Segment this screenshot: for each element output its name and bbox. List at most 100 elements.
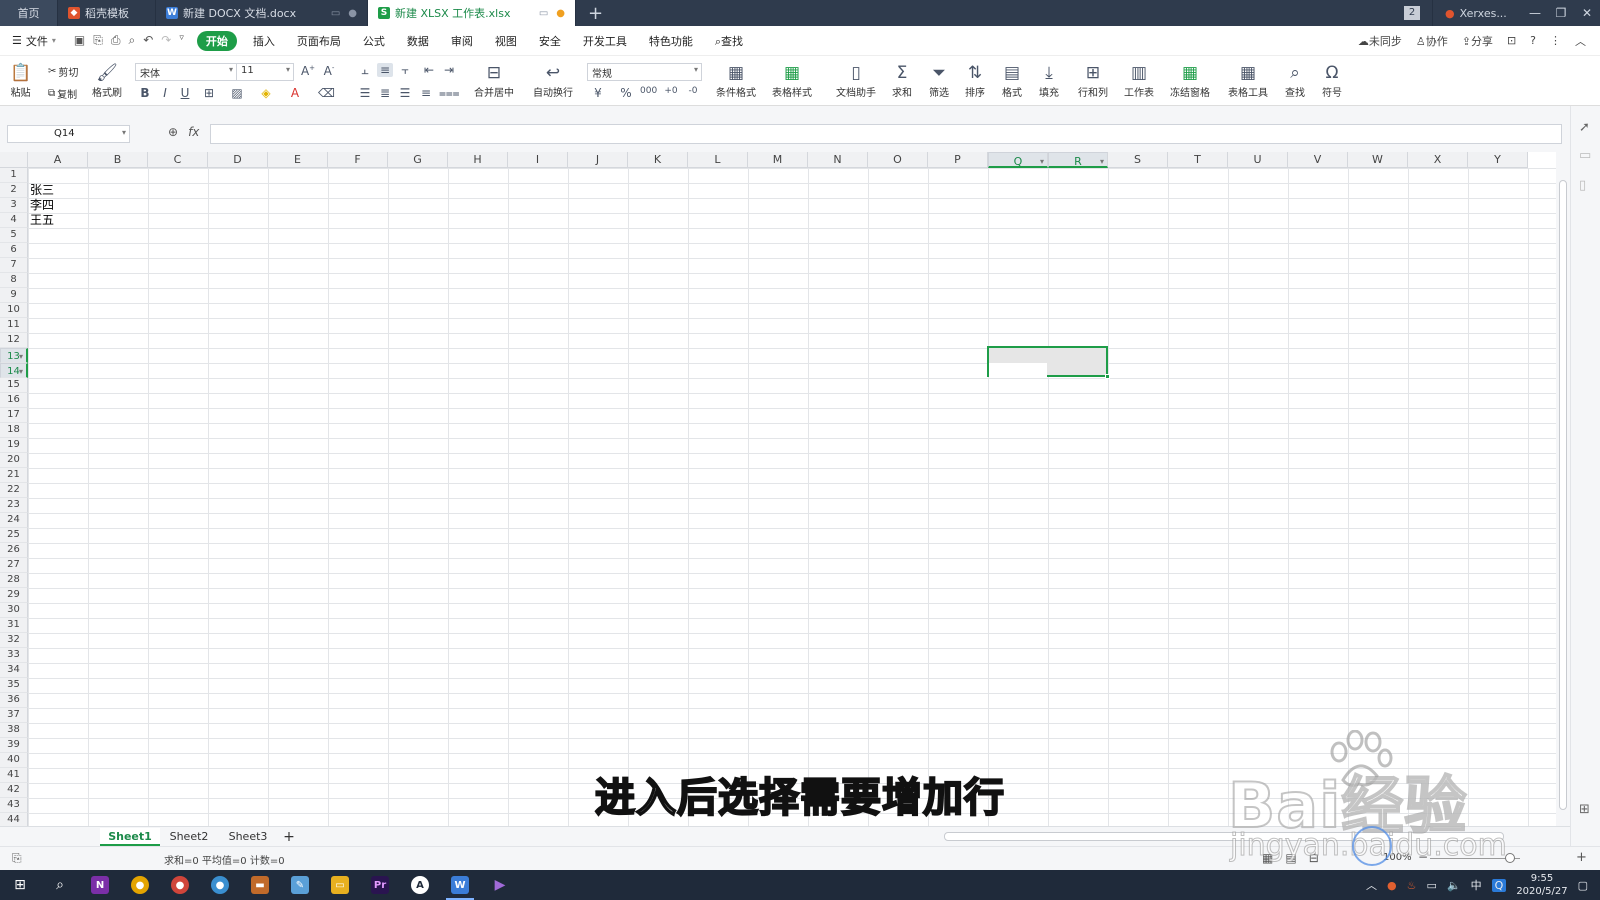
font-size-select[interactable]: 11 xyxy=(236,63,294,81)
column-header-r[interactable]: R xyxy=(1048,152,1108,170)
menu-developer[interactable]: 开发工具 xyxy=(572,33,638,49)
column-header-m[interactable]: M xyxy=(748,152,808,168)
window-count-badge[interactable]: 2 xyxy=(1404,6,1420,20)
decrease-decimal-icon[interactable]: -0 xyxy=(685,86,701,96)
row-header-10[interactable]: 10 xyxy=(0,303,28,318)
cell-style-icon[interactable]: ▨ xyxy=(229,86,245,100)
start-icon[interactable]: ⊞ xyxy=(0,870,40,900)
collapse-ribbon-icon[interactable]: ︿ xyxy=(1575,33,1586,49)
filter-button[interactable]: ⏷ 筛选 xyxy=(929,62,949,99)
tab-docx[interactable]: W 新建 DOCX 文档.docx ▭ ● xyxy=(156,0,368,26)
currency-icon[interactable]: ¥ xyxy=(590,86,606,100)
account-button[interactable]: ● Xerxes... xyxy=(1432,0,1522,26)
increase-decimal-icon[interactable]: +0 xyxy=(663,86,679,96)
freeze-panes-button[interactable]: ▦ 冻结窗格 xyxy=(1170,62,1210,99)
column-header-w[interactable]: W xyxy=(1348,152,1408,168)
ime-indicator[interactable]: 中 xyxy=(1471,877,1482,893)
row-header-21[interactable]: 21 xyxy=(0,468,28,483)
app-icon[interactable]: ▬ xyxy=(240,870,280,900)
search-icon[interactable]: ⌕ xyxy=(40,870,80,900)
premiere-icon[interactable]: Pr xyxy=(360,870,400,900)
fill-handle[interactable] xyxy=(1105,374,1110,379)
column-header-l[interactable]: L xyxy=(688,152,748,168)
indent-decrease-icon[interactable]: ⇤ xyxy=(421,63,437,77)
row-header-31[interactable]: 31 xyxy=(0,618,28,633)
menu-data[interactable]: 数据 xyxy=(396,33,440,49)
column-header-i[interactable]: I xyxy=(508,152,568,168)
row-header-29[interactable]: 29 xyxy=(0,588,28,603)
tab-xlsx[interactable]: S 新建 XLSX 工作表.xlsx ▭ ● xyxy=(368,0,576,26)
align-top-icon[interactable]: ⫠ xyxy=(357,63,373,78)
row-header-27[interactable]: 27 xyxy=(0,558,28,573)
chevron-up-icon[interactable]: ︿ xyxy=(1366,877,1377,893)
row-header-18[interactable]: 18 xyxy=(0,423,28,438)
row-col-button[interactable]: ⊞ 行和列 xyxy=(1078,62,1108,99)
thousands-icon[interactable]: 000 xyxy=(640,86,657,96)
border-icon[interactable]: ⊞ xyxy=(201,86,217,100)
pin-icon[interactable]: ▭ xyxy=(331,8,340,19)
tab-home[interactable]: 首页 xyxy=(0,0,58,26)
row-header-4[interactable]: 4 xyxy=(0,213,28,228)
fill-color-icon[interactable]: ◈ xyxy=(258,86,274,100)
vertical-scroll-thumb[interactable] xyxy=(1559,180,1567,810)
symbol-button[interactable]: Ω 符号 xyxy=(1322,62,1342,99)
sum-button[interactable]: Σ 求和 xyxy=(892,62,912,99)
number-format-select[interactable]: 常规 xyxy=(587,63,702,81)
unsaved-dot-icon[interactable]: ● xyxy=(556,8,565,19)
worksheet-button[interactable]: ▥ 工作表 xyxy=(1124,62,1154,99)
row-header-36[interactable]: 36 xyxy=(0,693,28,708)
row-header-37[interactable]: 37 xyxy=(0,708,28,723)
column-header-t[interactable]: T xyxy=(1168,152,1228,168)
row-header-24[interactable]: 24 xyxy=(0,513,28,528)
undo-icon[interactable]: ↶ xyxy=(143,33,153,48)
column-header-j[interactable]: J xyxy=(568,152,628,168)
column-header-x[interactable]: X xyxy=(1408,152,1468,168)
vertical-scrollbar[interactable] xyxy=(1556,152,1570,826)
worksheet-grid[interactable]: ABCDEFGHIJKLMNOPQRSTUVWXY 12345678910111… xyxy=(0,152,1556,826)
row-header-16[interactable]: 16 xyxy=(0,393,28,408)
column-header-s[interactable]: S xyxy=(1108,152,1168,168)
row-header-35[interactable]: 35 xyxy=(0,678,28,693)
volume-icon[interactable]: 🔈 xyxy=(1447,879,1461,892)
align-center-icon[interactable]: ≣ xyxy=(377,86,393,100)
more-icon[interactable]: ⋮ xyxy=(1550,34,1561,47)
menu-home[interactable]: 开始 xyxy=(196,30,237,51)
find-button[interactable]: ⌕ 查找 xyxy=(1285,62,1305,99)
pin-icon[interactable]: ▭ xyxy=(539,8,548,19)
menu-review[interactable]: 审阅 xyxy=(440,33,484,49)
font-color-icon[interactable]: A xyxy=(287,86,303,100)
merge-center-button[interactable]: ⊟ 合并居中 xyxy=(474,62,514,99)
formula-input[interactable] xyxy=(210,124,1562,144)
cell-a2[interactable]: 张三 xyxy=(30,183,54,198)
column-header-y[interactable]: Y xyxy=(1468,152,1528,168)
row-header-13[interactable]: 13 xyxy=(0,348,28,364)
column-header-g[interactable]: G xyxy=(388,152,448,168)
app-a-icon[interactable]: A xyxy=(400,870,440,900)
row-header-25[interactable]: 25 xyxy=(0,528,28,543)
restore-icon[interactable]: ❐ xyxy=(1548,6,1574,20)
row-header-32[interactable]: 32 xyxy=(0,633,28,648)
network-icon[interactable]: ▭ xyxy=(1427,879,1437,892)
italic-icon[interactable]: I xyxy=(157,86,173,100)
cell-a3[interactable]: 李四 xyxy=(30,198,54,213)
redo-icon[interactable]: ↷ xyxy=(161,33,171,48)
notes-icon[interactable]: ✎ xyxy=(280,870,320,900)
close-icon[interactable]: ✕ xyxy=(1574,6,1600,20)
font-name-select[interactable]: 宋体 xyxy=(135,63,237,81)
tab-close-icon[interactable]: ● xyxy=(348,8,357,19)
row-header-1[interactable]: 1 xyxy=(0,168,28,183)
select-all-corner[interactable] xyxy=(0,152,28,168)
sheet-tab-sheet2[interactable]: Sheet2 xyxy=(160,828,218,846)
print-icon[interactable]: ⎙ xyxy=(111,33,121,48)
menu-view[interactable]: 视图 xyxy=(484,33,528,49)
wps-taskbar-icon[interactable]: W xyxy=(440,870,480,900)
column-header-b[interactable]: B xyxy=(88,152,148,168)
cell-a4[interactable]: 王五 xyxy=(30,213,54,228)
row-header-15[interactable]: 15 xyxy=(0,378,28,393)
row-header-30[interactable]: 30 xyxy=(0,603,28,618)
font-shrink-icon[interactable]: A- xyxy=(321,64,337,78)
column-header-e[interactable]: E xyxy=(268,152,328,168)
fx-icon[interactable]: fx xyxy=(188,125,199,139)
row-header-6[interactable]: 6 xyxy=(0,243,28,258)
zoom-in-icon[interactable]: + xyxy=(1576,850,1587,865)
